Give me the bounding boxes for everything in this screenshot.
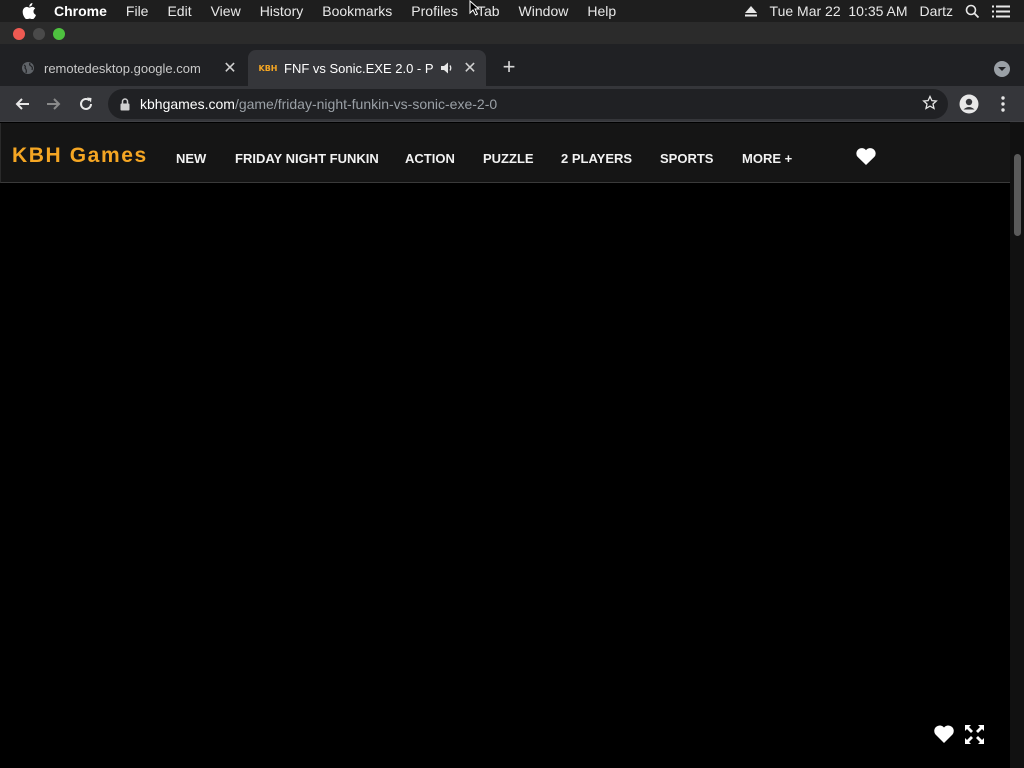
tab-title: FNF vs Sonic.EXE 2.0 - Pla [284, 60, 434, 76]
globe-icon [20, 60, 36, 76]
window-titlebar [0, 22, 1024, 44]
menu-history[interactable]: History [260, 3, 304, 19]
game-canvas[interactable] [0, 184, 1010, 768]
menu-view[interactable]: View [211, 3, 241, 19]
kebab-menu-icon[interactable] [993, 94, 1013, 114]
forward-arrow-icon[interactable] [44, 94, 64, 114]
control-center-list-icon[interactable] [992, 5, 1010, 18]
profile-avatar-icon[interactable] [959, 94, 979, 114]
menubar-user[interactable]: Dartz [920, 3, 953, 19]
speaker-audio-icon[interactable] [438, 60, 456, 76]
minimize-window-button[interactable] [33, 28, 45, 40]
tab-close-icon[interactable]: ✕ [220, 58, 240, 78]
url-path: /game/friday-night-funkin-vs-sonic-exe-2… [234, 96, 498, 112]
site-logo[interactable]: KBH Games [12, 144, 148, 168]
nav-friday-night-funkin[interactable]: FRIDAY NIGHT FUNKIN [235, 151, 379, 166]
game-favorite-heart-icon[interactable] [933, 724, 955, 749]
kbh-favicon-icon: KBH [258, 63, 278, 73]
apple-logo-icon[interactable] [19, 3, 39, 19]
menu-bookmarks[interactable]: Bookmarks [322, 3, 392, 19]
zoom-window-button[interactable] [53, 28, 65, 40]
menu-profiles[interactable]: Profiles [411, 3, 458, 19]
nav-new[interactable]: NEW [176, 151, 206, 166]
close-window-button[interactable] [13, 28, 25, 40]
nav-puzzle[interactable]: PUZZLE [483, 151, 534, 166]
nav-more[interactable]: MORE + [742, 151, 792, 166]
menu-tab[interactable]: Tab [477, 3, 500, 19]
tab-remotedesktop[interactable]: remotedesktop.google.com ✕ [8, 50, 246, 86]
back-arrow-icon[interactable] [12, 94, 32, 114]
menubar-clock[interactable]: Tue Mar 22 10:35 AM [770, 3, 908, 19]
fullscreen-expand-icon[interactable] [964, 724, 985, 750]
reload-icon[interactable] [76, 94, 96, 114]
menu-window[interactable]: Window [519, 3, 569, 19]
site-navbar: KBH Games NEW FRIDAY NIGHT FUNKIN ACTION… [0, 123, 1010, 183]
nav-2-players[interactable]: 2 PLAYERS [561, 151, 632, 166]
mouse-pointer-icon [469, 0, 481, 21]
url-host: kbhgames.com [140, 96, 235, 112]
menu-app-chrome[interactable]: Chrome [54, 3, 107, 19]
lock-icon[interactable] [120, 97, 130, 111]
address-bar[interactable]: kbhgames.com/game/friday-night-funkin-vs… [108, 89, 948, 119]
spotlight-search-icon[interactable] [965, 4, 980, 19]
tab-title: remotedesktop.google.com [44, 60, 201, 76]
macos-menu-bar: Chrome File Edit View History Bookmarks … [0, 0, 1024, 22]
menu-edit[interactable]: Edit [167, 3, 191, 19]
favorites-heart-icon[interactable] [855, 147, 877, 171]
menu-file[interactable]: File [126, 3, 149, 19]
tab-search-chevron-icon[interactable] [994, 61, 1010, 77]
nav-action[interactable]: ACTION [405, 151, 455, 166]
nav-sports[interactable]: SPORTS [660, 151, 713, 166]
menu-help[interactable]: Help [587, 3, 616, 19]
scrollbar-thumb[interactable] [1014, 154, 1021, 236]
tab-close-icon[interactable]: ✕ [460, 58, 480, 78]
new-tab-plus-icon[interactable]: + [498, 56, 520, 78]
eject-icon[interactable] [744, 5, 758, 17]
browser-toolbar: kbhgames.com/game/friday-night-funkin-vs… [0, 86, 1024, 122]
tab-fnf-sonic[interactable]: KBH FNF vs Sonic.EXE 2.0 - Pla ✕ [248, 50, 486, 86]
bookmark-star-icon[interactable] [922, 94, 938, 114]
